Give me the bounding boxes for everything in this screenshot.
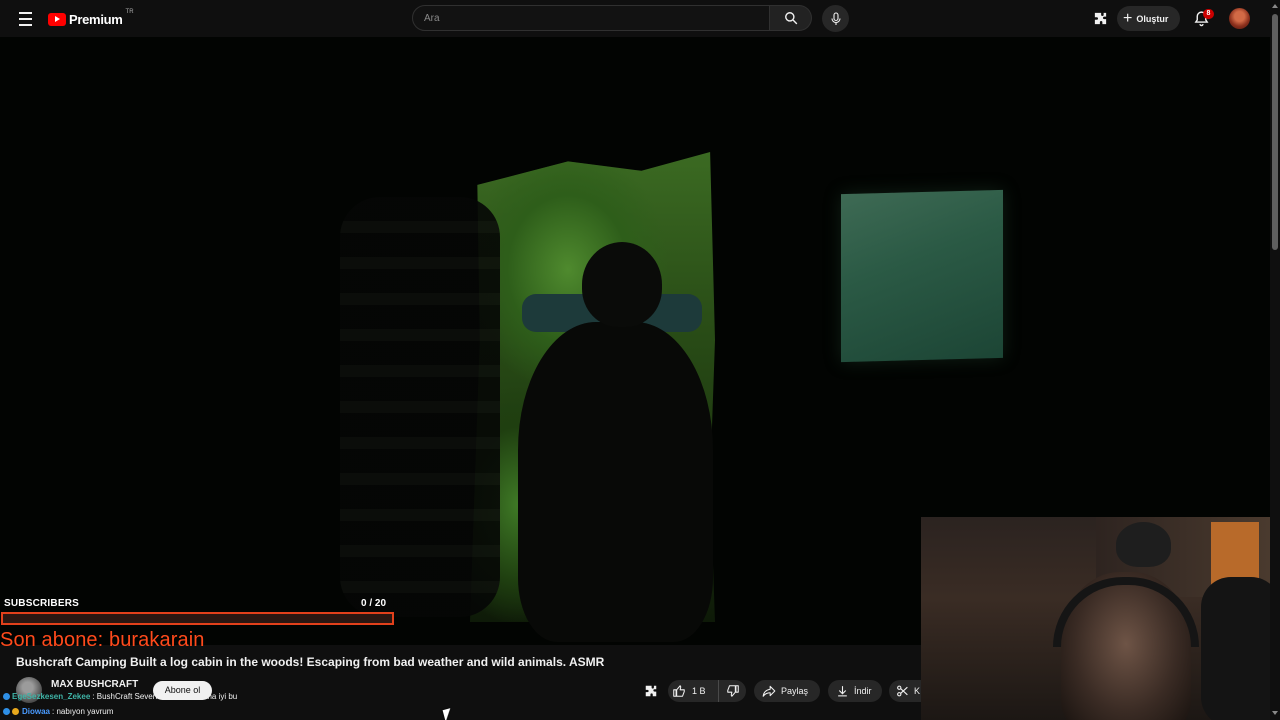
webcam-chair <box>1201 577 1270 720</box>
plus-icon: + <box>1123 9 1133 27</box>
subscribers-goal-count: 0 / 20 <box>361 598 387 609</box>
account-avatar[interactable] <box>1229 8 1250 29</box>
like-button[interactable]: 1 B <box>668 680 718 702</box>
subscribers-goal-bar <box>1 612 394 625</box>
clip-button[interactable]: K <box>889 680 921 702</box>
video-frame-person <box>518 322 713 642</box>
chat-username: EgeSezkesen_Zekee <box>12 692 91 701</box>
chat-username: Diowaa <box>22 707 51 716</box>
extension-puzzle-icon[interactable] <box>644 684 658 698</box>
logo-text: Premium <box>69 11 123 27</box>
scroll-down-arrow-icon[interactable] <box>1272 711 1278 715</box>
download-icon <box>838 686 847 697</box>
scissors-icon <box>897 685 908 697</box>
search-placeholder: Ara <box>424 12 440 24</box>
share-arrow-icon <box>762 685 776 697</box>
thumbs-down-icon <box>726 685 739 697</box>
chat-text: : nabıyon yavrum <box>52 707 114 716</box>
channel-name[interactable]: MAX BUSHCRAFT <box>51 679 138 690</box>
scroll-up-arrow-icon[interactable] <box>1272 4 1278 8</box>
subscribers-goal-label: SUBSCRIBERS <box>4 598 79 609</box>
create-label: Oluştur <box>1136 13 1169 24</box>
microphone-icon <box>830 11 841 25</box>
dislike-button[interactable] <box>718 680 746 702</box>
search-icon <box>784 12 797 25</box>
download-label: İndir <box>854 686 872 696</box>
streamer-webcam <box>921 517 1270 720</box>
extension-puzzle-icon[interactable] <box>1093 11 1108 26</box>
notification-count-badge: 8 <box>1203 9 1214 19</box>
youtube-premium-logo[interactable]: Premium TR <box>48 9 134 28</box>
logo-region: TR <box>125 9 134 15</box>
chat-badge-icon <box>12 708 19 715</box>
chat-badge-icon <box>3 708 10 715</box>
search-input[interactable]: Ara <box>412 5 770 31</box>
search-button[interactable] <box>770 5 812 31</box>
share-button[interactable]: Paylaş <box>754 680 820 702</box>
thumbs-up-icon <box>673 685 685 697</box>
page-scrollbar[interactable] <box>1270 0 1280 720</box>
youtube-play-icon <box>48 12 66 26</box>
video-frame-window <box>841 189 1003 363</box>
chat-message: EgeSezkesen_Zekee : BushCraft Sevenler a… <box>3 692 237 701</box>
download-button[interactable]: İndir <box>828 680 882 702</box>
share-label: Paylaş <box>781 686 809 696</box>
chat-message: Diowaa : nabıyon yavrum <box>3 707 113 716</box>
top-bar: Premium TR Ara + Oluştur 8 <box>0 0 1270 37</box>
menu-icon[interactable] <box>14 8 36 28</box>
video-title: Bushcraft Camping Built a log cabin in t… <box>16 655 605 669</box>
like-count: 1 B <box>692 686 706 696</box>
scrollbar-thumb[interactable] <box>1272 14 1278 250</box>
last-subscriber-text: Son abone: burakarain <box>0 629 205 651</box>
webcam-helmet <box>1116 522 1171 567</box>
video-frame-person-head <box>582 242 662 327</box>
voice-search-button[interactable] <box>822 5 849 32</box>
clip-label: K <box>914 686 921 696</box>
create-button[interactable]: + Oluştur <box>1117 6 1180 31</box>
chat-badge-icon <box>3 693 10 700</box>
chat-text: : BushCraft Sevenler avuktan daha iyi bu <box>92 692 238 701</box>
video-frame-log-wall <box>340 197 500 617</box>
